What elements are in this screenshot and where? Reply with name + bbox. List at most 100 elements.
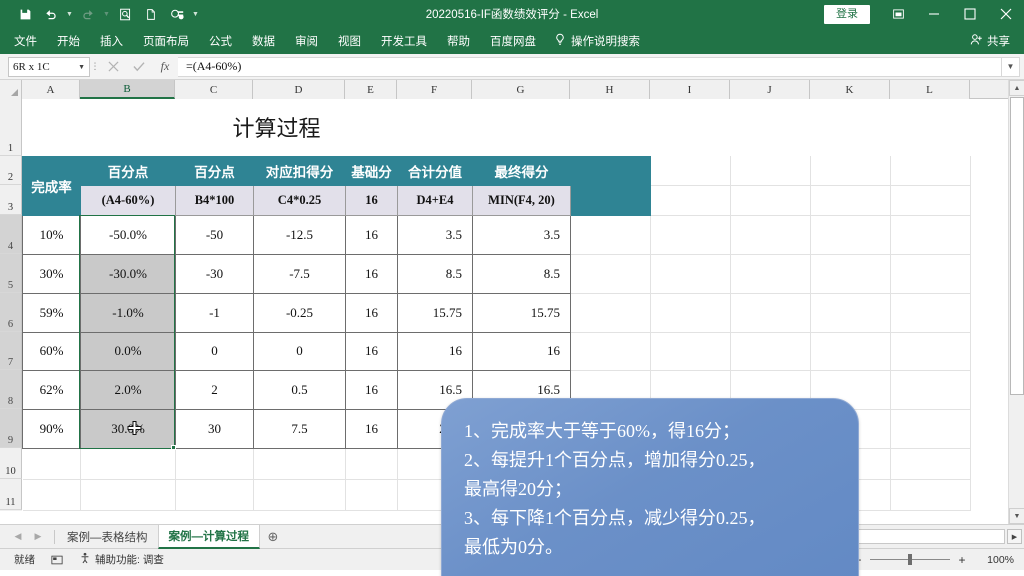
- row-header-6[interactable]: 6: [0, 293, 22, 332]
- cell-a10[interactable]: [22, 448, 81, 480]
- cell-l10[interactable]: [890, 448, 971, 480]
- save-icon[interactable]: [12, 3, 38, 25]
- cell-j6[interactable]: [730, 293, 811, 333]
- cell-g7[interactable]: 16: [472, 331, 571, 371]
- minimize-icon[interactable]: [916, 0, 952, 28]
- row-header-5[interactable]: 5: [0, 254, 22, 293]
- subheader-cell-c[interactable]: B4*100: [175, 184, 254, 216]
- cell-b6[interactable]: -1.0%: [80, 292, 176, 333]
- cell-g5[interactable]: 8.5: [472, 253, 571, 294]
- cell-d5[interactable]: -7.5: [253, 253, 346, 294]
- cell-i6[interactable]: [650, 293, 731, 333]
- cell-i1[interactable]: [650, 99, 731, 156]
- cell-k1[interactable]: [810, 99, 891, 156]
- cell-e11[interactable]: [345, 479, 398, 511]
- header-cell-completion-rate[interactable]: 完成率: [22, 155, 81, 216]
- cell-a1[interactable]: [22, 99, 81, 156]
- undo-icon[interactable]: [38, 3, 64, 25]
- cell-c7[interactable]: 0: [175, 331, 254, 371]
- header-cell-percent-point-c[interactable]: 百分点: [175, 155, 254, 186]
- sign-in-button[interactable]: 登录: [824, 4, 870, 24]
- zoom-track[interactable]: [870, 554, 950, 565]
- column-header-c[interactable]: C: [175, 80, 253, 99]
- cell-j2[interactable]: [730, 156, 811, 186]
- row-header-1[interactable]: 1: [0, 99, 22, 156]
- cell-e6[interactable]: 16: [345, 292, 398, 333]
- cell-g6[interactable]: 15.75: [472, 292, 571, 333]
- cell-a9[interactable]: 90%: [22, 408, 81, 449]
- column-header-g[interactable]: G: [472, 80, 570, 99]
- cell-j3[interactable]: [730, 185, 811, 216]
- cell-i5[interactable]: [650, 254, 731, 294]
- cell-e4[interactable]: 16: [345, 214, 398, 255]
- scroll-up-icon[interactable]: ▲: [1009, 80, 1024, 96]
- maximize-icon[interactable]: [952, 0, 988, 28]
- sheet-tab-calculation-process[interactable]: 案例—计算过程: [157, 524, 260, 549]
- add-sheet-icon[interactable]: ⊕: [260, 526, 286, 548]
- row-header-10[interactable]: 10: [0, 448, 22, 479]
- row-header-9[interactable]: 9: [0, 409, 22, 448]
- ribbon-tab-insert[interactable]: 插入: [90, 28, 133, 54]
- cell-l11[interactable]: [890, 479, 971, 511]
- sheet-tab-table-structure[interactable]: 案例—表格结构: [57, 525, 158, 548]
- cell-k6[interactable]: [810, 293, 891, 333]
- cell-i7[interactable]: [650, 332, 731, 371]
- cell-j4[interactable]: [730, 215, 811, 255]
- column-header-i[interactable]: I: [650, 80, 730, 99]
- cell-e9[interactable]: 16: [345, 408, 398, 449]
- ribbon-tab-baidu-netdisk[interactable]: 百度网盘: [480, 28, 546, 54]
- undo-dropdown-caret-icon[interactable]: ▼: [64, 3, 75, 25]
- cell-b10[interactable]: [80, 448, 176, 480]
- cell-d7[interactable]: 0: [253, 331, 346, 371]
- header-cell-total-score[interactable]: 合计分值: [397, 155, 473, 186]
- column-header-e[interactable]: E: [345, 80, 397, 99]
- column-header-k[interactable]: K: [810, 80, 890, 99]
- cell-h1[interactable]: [570, 99, 651, 156]
- cell-l4[interactable]: [890, 215, 971, 255]
- row-header-7[interactable]: 7: [0, 332, 22, 370]
- cell-c8[interactable]: 2: [175, 369, 254, 410]
- customize-qat-icon[interactable]: ▼: [190, 3, 201, 25]
- print-preview-icon[interactable]: [112, 3, 138, 25]
- cell-d6[interactable]: -0.25: [253, 292, 346, 333]
- insert-function-icon[interactable]: fx: [152, 57, 178, 77]
- cell-k4[interactable]: [810, 215, 891, 255]
- subheader-cell-g[interactable]: MIN(F4, 20): [472, 184, 571, 216]
- cell-b5[interactable]: -30.0%: [80, 253, 176, 294]
- cell-l5[interactable]: [890, 254, 971, 294]
- cell-l9[interactable]: [890, 409, 971, 449]
- cell-a7[interactable]: 60%: [22, 331, 81, 371]
- record-macro-icon[interactable]: [43, 554, 71, 566]
- cell-l8[interactable]: [890, 370, 971, 410]
- cell-c4[interactable]: -50: [175, 214, 254, 255]
- cell-g4[interactable]: 3.5: [472, 214, 571, 255]
- selection-fill-handle[interactable]: [171, 445, 176, 450]
- column-header-f[interactable]: F: [397, 80, 472, 99]
- cell-d11[interactable]: [253, 479, 346, 511]
- row-header-11[interactable]: 11: [0, 479, 22, 510]
- zoom-in-icon[interactable]: +: [954, 553, 970, 567]
- cell-i4[interactable]: [650, 215, 731, 255]
- select-all-corner[interactable]: [0, 80, 22, 99]
- cell-f5[interactable]: 8.5: [397, 253, 473, 294]
- cell-a11[interactable]: [22, 479, 81, 511]
- ribbon-tab-help[interactable]: 帮助: [437, 28, 480, 54]
- subheader-cell-h[interactable]: [570, 184, 651, 216]
- cell-e8[interactable]: 16: [345, 369, 398, 410]
- cell-h7[interactable]: [570, 332, 651, 371]
- zoom-thumb[interactable]: [908, 554, 912, 565]
- cell-j7[interactable]: [730, 332, 811, 371]
- hscroll-right-icon[interactable]: ▶: [1007, 529, 1022, 544]
- ribbon-tab-data[interactable]: 数据: [242, 28, 285, 54]
- touch-mouse-mode-icon[interactable]: [164, 3, 190, 25]
- subheader-cell-f[interactable]: D4+E4: [397, 184, 473, 216]
- column-header-l[interactable]: L: [890, 80, 970, 99]
- cell-l2[interactable]: [890, 156, 971, 186]
- formula-input[interactable]: =(A4-60%): [178, 56, 1002, 77]
- cell-k7[interactable]: [810, 332, 891, 371]
- row-header-3[interactable]: 3: [0, 185, 22, 215]
- header-cell-percent-point-b[interactable]: 百分点: [80, 155, 176, 186]
- cell-a4[interactable]: 10%: [22, 214, 81, 255]
- cell-k3[interactable]: [810, 185, 891, 216]
- cell-c6[interactable]: -1: [175, 292, 254, 333]
